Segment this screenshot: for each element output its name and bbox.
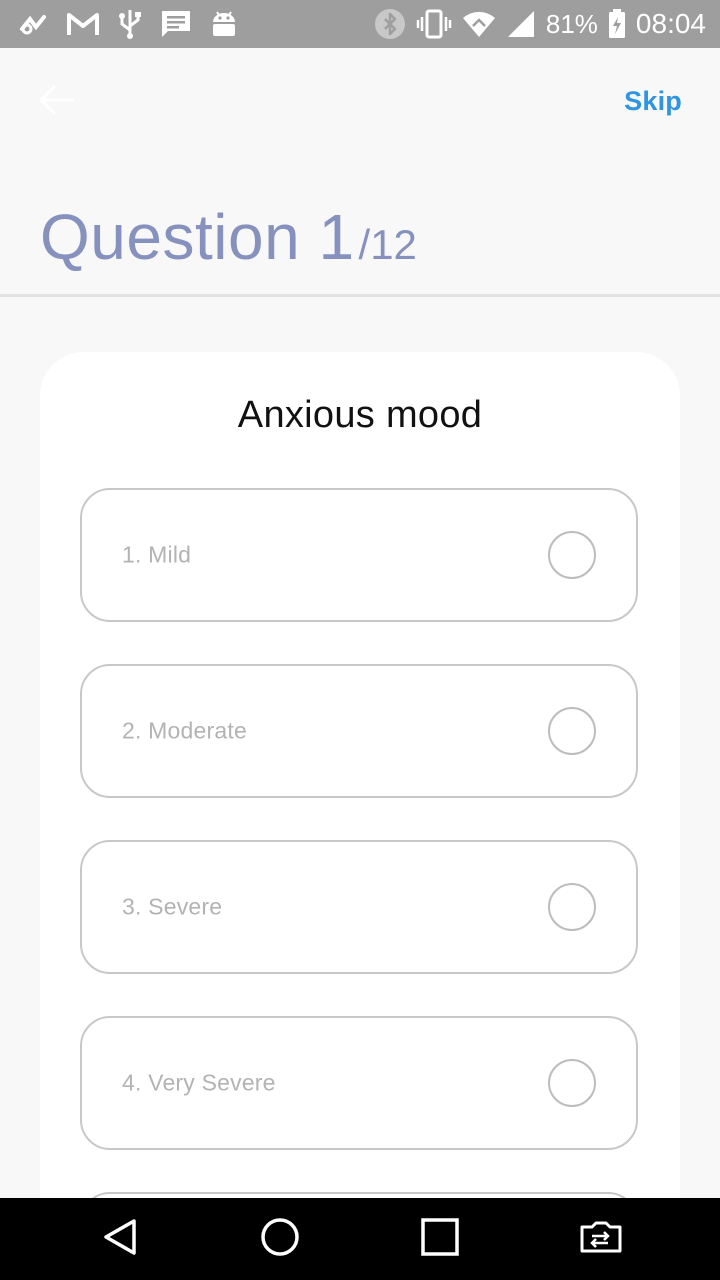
skip-button[interactable]: Skip (624, 86, 682, 117)
nav-recents-button[interactable] (400, 1209, 480, 1269)
app-bar: Skip (0, 48, 720, 160)
nav-home-button[interactable] (240, 1209, 320, 1269)
link-icon (18, 8, 48, 40)
navigation-bar (0, 1198, 720, 1280)
option-label: 3. Severe (122, 893, 223, 920)
radio-button[interactable] (548, 531, 596, 579)
signal-icon (506, 8, 536, 40)
nav-back-button[interactable] (80, 1209, 160, 1269)
radio-button[interactable] (548, 707, 596, 755)
back-button[interactable] (36, 82, 76, 122)
option-label: 2. Moderate (122, 717, 247, 744)
question-card: Anxious mood 1. Mild 2. Moderate 3. Seve… (40, 352, 680, 1280)
bluetooth-icon (374, 8, 406, 40)
radio-button[interactable] (548, 883, 596, 931)
android-icon (210, 8, 238, 40)
arrow-left-icon (38, 84, 74, 121)
option-very-severe[interactable]: 4. Very Severe (80, 1016, 638, 1150)
recents-square-icon (420, 1217, 460, 1262)
screen: 81% 08:04 Skip Question 1/12 Anxious moo… (0, 0, 720, 1280)
option-severe[interactable]: 3. Severe (80, 840, 638, 974)
gmail-icon (66, 8, 100, 40)
question-current: Question 1 (40, 201, 355, 273)
status-right: 81% 08:04 (374, 8, 706, 40)
option-moderate[interactable]: 2. Moderate (80, 664, 638, 798)
back-triangle-icon (100, 1217, 140, 1262)
question-total: /12 (358, 221, 417, 268)
status-bar: 81% 08:04 (0, 0, 720, 48)
option-mild[interactable]: 1. Mild (80, 488, 638, 622)
status-left (18, 8, 238, 40)
battery-icon (608, 8, 626, 40)
header-divider (0, 294, 720, 297)
vibrate-icon (416, 8, 452, 40)
radio-button[interactable] (548, 1059, 596, 1107)
usb-icon (118, 8, 142, 40)
question-counter: Question 1/12 (40, 200, 417, 274)
question-title: Anxious mood (237, 394, 483, 436)
option-label: 4. Very Severe (122, 1069, 276, 1096)
message-icon (160, 8, 192, 40)
clock: 08:04 (635, 8, 706, 39)
nav-switch-app-button[interactable] (560, 1209, 640, 1269)
option-label: 1. Mild (122, 541, 192, 568)
wifi-icon (462, 8, 496, 40)
switch-app-icon (576, 1219, 624, 1260)
home-circle-icon (260, 1217, 300, 1262)
battery-percent: 81% (545, 9, 598, 39)
